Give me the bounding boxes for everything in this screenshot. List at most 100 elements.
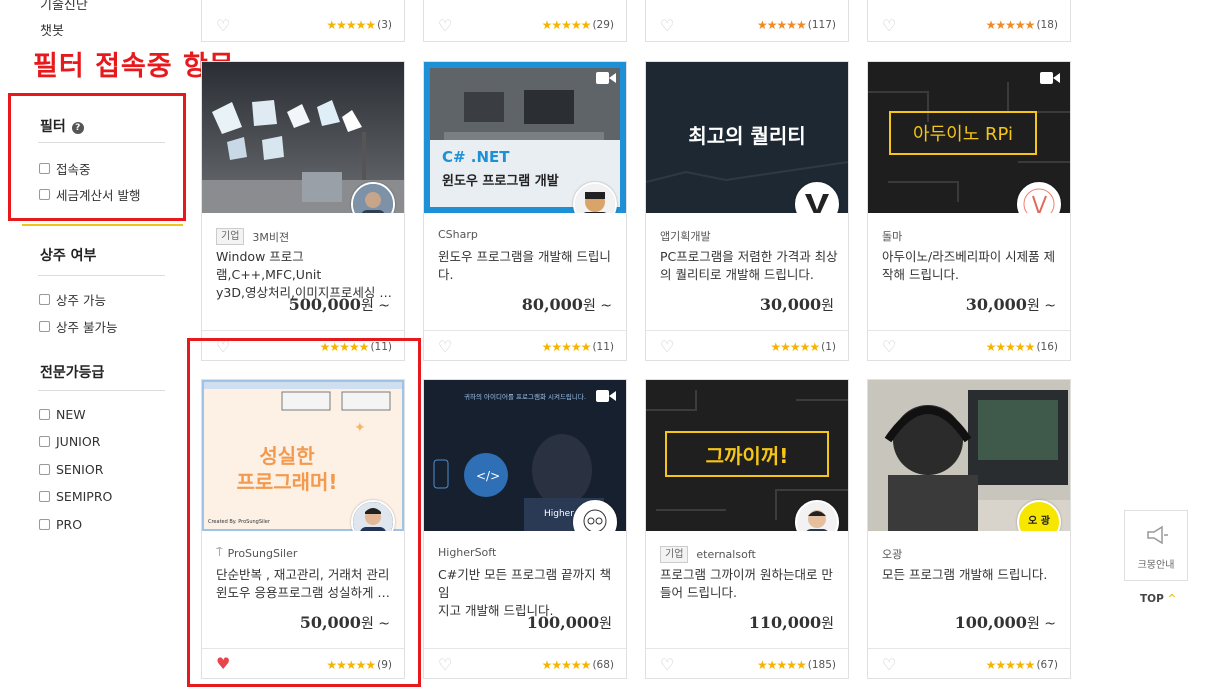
- gig-thumbnail[interactable]: 그까이꺼!: [646, 380, 848, 531]
- level-option-label: SEMIPRO: [56, 489, 113, 504]
- level-option-semipro[interactable]: SEMIPRO: [39, 489, 112, 504]
- checkbox[interactable]: [39, 409, 50, 420]
- seller-name[interactable]: eternalsoft: [696, 548, 755, 561]
- gig-card[interactable]: </> 귀하의 아이디어를 프로그램화 시켜드립니다. Higher S Hig…: [423, 379, 627, 679]
- sidebar-item-chatbot[interactable]: 챗봇: [40, 20, 64, 39]
- divider: [868, 648, 1070, 649]
- gig-price: 100,000원 ~: [955, 613, 1056, 633]
- gig-description[interactable]: 프로그램 그까이꺼 원하는대로 만 들어 드립니다.: [660, 566, 838, 602]
- divider: [202, 330, 404, 331]
- gig-card[interactable]: 아두이노 RPi 돌마 아두이노/라즈베리파이 시제품 제 작해 드립니다. 30…: [867, 61, 1071, 361]
- gig-description[interactable]: C#기반 모든 프로그램 끝까지 책임 지고 개발해 드립니다.: [438, 566, 616, 620]
- price-value: 500,000: [288, 295, 361, 314]
- gig-description[interactable]: 아두이노/라즈베리파이 시제품 제 작해 드립니다.: [882, 248, 1060, 284]
- kmong-guide-button[interactable]: 크몽안내: [1124, 510, 1188, 581]
- card-footer-partial[interactable]: ♡ ★★★★★ (3): [201, 0, 405, 42]
- level-option-new[interactable]: NEW: [39, 407, 86, 422]
- residency-option-available[interactable]: 상주 가능: [39, 290, 106, 309]
- seller-info[interactable]: 기업 3M비젼: [216, 228, 289, 245]
- level-option-pro[interactable]: PRO: [39, 517, 82, 532]
- card-footer-partial[interactable]: ♡ ★★★★★ (18): [867, 0, 1071, 42]
- desc-line: 윈도우 프로그램을 개발해 드립니: [438, 249, 611, 264]
- seller-name[interactable]: 앱기획개발: [660, 228, 711, 244]
- gig-thumbnail[interactable]: </> 귀하의 아이디어를 프로그램화 시켜드립니다. Higher S: [424, 380, 626, 531]
- checkbox[interactable]: [39, 321, 50, 332]
- seller-name[interactable]: 돌마: [882, 228, 902, 244]
- divider: [868, 330, 1070, 331]
- gig-card[interactable]: 최고의 퀄리티 앱기획개발 PC프로그램을 저렴한 가격과 최상 의 퀄리티로 개…: [645, 61, 849, 361]
- review-count: (117): [807, 19, 836, 31]
- gig-description[interactable]: 모든 프로그램 개발해 드립니다.: [882, 566, 1060, 584]
- residency-option-label: 상주 가능: [56, 293, 106, 308]
- heart-icon[interactable]: ♡: [882, 18, 896, 34]
- seller-name[interactable]: HigherSoft: [438, 546, 496, 559]
- gig-card[interactable]: 오 광 오광 모든 프로그램 개발해 드립니다. 100,000원 ~ ♡ ★★…: [867, 379, 1071, 679]
- level-option-label: NEW: [56, 407, 86, 422]
- residency-option-unavailable[interactable]: 상주 불가능: [39, 317, 117, 336]
- checkbox[interactable]: [39, 163, 50, 174]
- seller-name[interactable]: 오광: [882, 546, 902, 562]
- seller-info[interactable]: CSharp: [438, 228, 478, 241]
- video-icon: [596, 72, 616, 84]
- review-count: (16): [1036, 341, 1058, 353]
- gig-thumbnail[interactable]: 최고의 퀄리티: [646, 62, 848, 213]
- heart-icon[interactable]: ♡: [660, 657, 674, 673]
- heart-icon[interactable]: ♡: [882, 339, 896, 355]
- gig-thumbnail[interactable]: 오 광: [868, 380, 1070, 531]
- checkbox[interactable]: [39, 189, 50, 200]
- business-badge: 기업: [660, 546, 689, 563]
- gig-description[interactable]: Window 프로그램,C++,MFC,Unit y3D,영상처리,이미지프로세싱…: [216, 248, 394, 302]
- gig-description[interactable]: 윈도우 프로그램을 개발해 드립니다.: [438, 248, 616, 284]
- seller-info[interactable]: HigherSoft: [438, 546, 496, 559]
- seller-info[interactable]: 돌마: [882, 228, 902, 244]
- desc-line: 다.: [438, 267, 454, 282]
- checkbox[interactable]: [39, 491, 50, 502]
- seller-name[interactable]: 3M비젼: [252, 229, 289, 245]
- help-icon[interactable]: ?: [71, 122, 84, 134]
- card-footer-partial[interactable]: ♡ ★★★★★ (29): [423, 0, 627, 42]
- gig-card[interactable]: 그까이꺼! 기업 eternalsoft 프로그램 그까이꺼 원하는대로 만 들어 …: [645, 379, 849, 679]
- divider: [424, 330, 626, 331]
- rating: ★★★★★ (185): [757, 658, 836, 672]
- card-footer-partial[interactable]: ♡ ★★★★★ (117): [645, 0, 849, 42]
- checkbox[interactable]: [39, 464, 50, 475]
- heart-icon[interactable]: ♡: [660, 339, 674, 355]
- gig-thumbnail[interactable]: [202, 62, 404, 213]
- heart-icon[interactable]: ♡: [438, 339, 452, 355]
- price-unit: 원 ~: [1026, 616, 1056, 632]
- seller-info[interactable]: 앱기획개발: [660, 228, 711, 244]
- thumbnail-subtitle: 윈도우 프로그램 개발: [442, 174, 559, 189]
- heart-icon[interactable]: ♡: [438, 657, 452, 673]
- checkbox[interactable]: [39, 519, 50, 530]
- price-value: 30,000: [759, 295, 822, 314]
- chevron-up-icon: ^: [1167, 593, 1177, 605]
- checkbox[interactable]: [39, 436, 50, 447]
- price-value: 30,000: [965, 295, 1027, 314]
- level-option-junior[interactable]: JUNIOR: [39, 434, 100, 449]
- gig-description[interactable]: PC프로그램을 저렴한 가격과 최상 의 퀄리티로 개발해 드립니다.: [660, 248, 838, 284]
- heart-icon[interactable]: ♡: [660, 18, 674, 34]
- level-option-senior[interactable]: SENIOR: [39, 462, 103, 477]
- price-unit: 원: [821, 616, 834, 632]
- level-option-label: JUNIOR: [56, 434, 101, 449]
- divider: [646, 330, 848, 331]
- heart-icon[interactable]: ♡: [438, 18, 452, 34]
- gig-card[interactable]: C# .NET 윈도우 프로그램 개발 CSharp 윈도우 프로그램을 개발해…: [423, 61, 627, 361]
- gig-thumbnail[interactable]: 아두이노 RPi: [868, 62, 1070, 213]
- price-value: 80,000: [521, 295, 583, 314]
- filter-option-tax-invoice[interactable]: 세금계산서 발행: [39, 185, 140, 204]
- scroll-top-button[interactable]: TOP ^: [1140, 593, 1176, 605]
- seller-info[interactable]: 기업 eternalsoft: [660, 546, 756, 563]
- heart-icon[interactable]: ♡: [216, 18, 230, 34]
- gig-card[interactable]: 기업 3M비젼 Window 프로그램,C++,MFC,Unit y3D,영상처리,…: [201, 61, 405, 361]
- heart-icon[interactable]: ♡: [882, 657, 896, 673]
- gig-thumbnail[interactable]: C# .NET 윈도우 프로그램 개발: [424, 62, 626, 213]
- rating: ★★★★★ (117): [757, 18, 836, 32]
- desc-line: C#기반 모든 프로그램 끝까지 책임: [438, 567, 612, 600]
- filter-option-online[interactable]: 접속중: [39, 159, 91, 178]
- sidebar-item-partial[interactable]: 기술신단: [40, 0, 88, 13]
- seller-info[interactable]: 오광: [882, 546, 902, 562]
- checkbox[interactable]: [39, 294, 50, 305]
- seller-name[interactable]: CSharp: [438, 228, 478, 241]
- rating: ★★★★★ (3): [326, 18, 392, 32]
